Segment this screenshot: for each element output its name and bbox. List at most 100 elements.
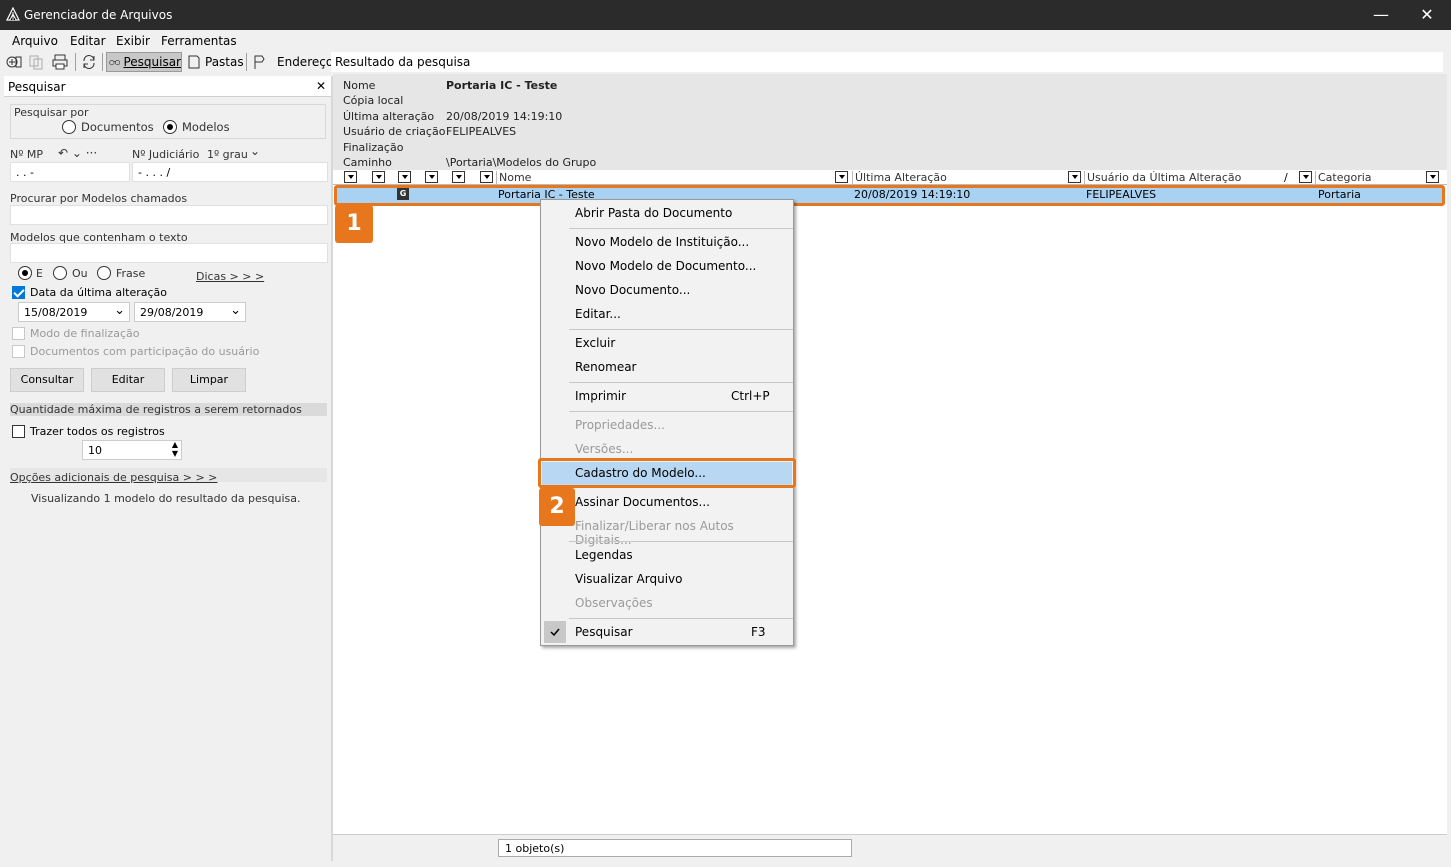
filter-dropdown-icon[interactable] [425,171,438,183]
bring-all-checkbox[interactable] [12,425,25,438]
filter-dropdown-icon[interactable] [1299,171,1312,183]
date-from-select[interactable]: 15/08/2019 ⌄ [18,302,130,322]
more-options-link[interactable]: Opções adicionais de pesquisa > > > [10,471,217,484]
filter-dropdown-icon[interactable] [398,171,411,183]
radio-ou[interactable] [53,266,67,280]
minimize-button[interactable]: — [1358,0,1404,30]
radio-models-label: Modelos [182,120,230,134]
menu-observations[interactable]: Observações [575,596,653,610]
menu-exibir[interactable]: Exibir [116,34,150,48]
info-user-key: Usuário de criação [343,125,446,138]
participation-checkbox[interactable] [12,345,25,358]
grau-select[interactable]: 1º grau [207,148,248,161]
contains-input[interactable] [10,243,328,263]
radio-frase-label: Frase [116,267,146,280]
menu-new-document[interactable]: Novo Documento... [575,283,690,297]
title-bar: Gerenciador de Arquivos — ✕ [0,0,1451,30]
judiciario-label: Nº Judiciário [132,148,200,161]
context-menu: Abrir Pasta do Documento Novo Modelo de … [540,199,794,646]
search-name-label: Procurar por Modelos chamados [10,192,188,205]
menu-open-folder[interactable]: Abrir Pasta do Documento [575,206,732,220]
radio-e[interactable] [18,266,32,280]
limit-stepper[interactable]: 10 ▲ ▼ [82,440,182,460]
panel-close-icon[interactable]: ✕ [316,79,326,93]
menu-view-file[interactable]: Visualizar Arquivo [575,572,683,586]
edit-button[interactable]: Editar [91,368,165,392]
menu-editar[interactable]: Editar [70,34,106,48]
menu-versions[interactable]: Versões... [575,442,633,456]
menu-search[interactable]: Pesquisar F3 [575,625,766,639]
filter-dropdown-icon[interactable] [372,171,385,183]
stepper-arrows-icon[interactable]: ▲ ▼ [172,440,178,458]
undo-icon[interactable]: ↶ ⌄ ··· [58,146,97,160]
highlight-menu-outline [538,458,796,488]
signpost-icon [254,55,265,69]
search-button[interactable]: Pesquisar [106,52,182,72]
info-last-key: Última alteração [343,110,435,123]
date-from-value: 15/08/2019 [24,306,88,319]
search-name-input[interactable] [10,205,328,225]
status-bar: 1 objeto(s) [333,834,1447,861]
address-field[interactable]: Resultado da pesquisa [331,52,1443,72]
menu-new-institution-model[interactable]: Novo Modelo de Instituição... [575,235,749,249]
tips-link[interactable]: Dicas > > > [196,270,264,283]
copy-icon[interactable] [28,54,44,70]
table-header: Nome Última Alteração Usuário da Última … [333,170,1447,185]
filter-dropdown-icon[interactable] [480,171,493,183]
col-last-change[interactable]: Última Alteração [852,171,1082,185]
chevron-down-icon[interactable]: ⌄ [250,144,260,158]
sort-icon[interactable]: ∕ [1284,171,1288,184]
info-last-value: 20/08/2019 14:19:10 [446,110,563,123]
filter-dropdown-icon[interactable] [835,171,848,183]
filter-dropdown-icon[interactable] [452,171,465,183]
last-change-checkbox[interactable] [12,286,25,299]
judiciario-field[interactable]: - . . . / [132,162,328,182]
folders-button[interactable]: Pastas [187,52,244,72]
clear-button[interactable]: Limpar [172,368,246,392]
search-by-label: Pesquisar por [14,106,89,119]
limit-value: 10 [88,444,102,457]
menu-rename[interactable]: Renomear [575,360,637,374]
col-category[interactable]: Categoria [1315,171,1440,185]
info-user-value: FELIPEALVES [446,125,517,138]
filter-dropdown-icon[interactable] [344,171,357,183]
close-button[interactable]: ✕ [1404,0,1450,30]
date-to-select[interactable]: 29/08/2019 ⌄ [134,302,246,322]
window-title: Gerenciador de Arquivos [24,8,173,22]
radio-e-label: E [36,267,43,280]
col-user[interactable]: Usuário da Última Alteração [1084,171,1299,185]
mp-label: Nº MP [10,148,44,161]
menu-print-shortcut: Ctrl+P [731,389,770,403]
menu-new-document-model[interactable]: Novo Modelo de Documento... [575,259,756,273]
app-icon [6,7,20,21]
panel-header: Pesquisar ✕ [4,76,331,97]
bring-all-label: Trazer todos os registros [30,425,165,438]
filter-dropdown-icon[interactable] [1426,171,1439,183]
menu-arquivo[interactable]: Arquivo [12,34,58,48]
query-button[interactable]: Consultar [10,368,84,392]
participation-label: Documentos com participação do usuário [30,345,260,358]
menu-edit[interactable]: Editar... [575,307,621,321]
mp-field[interactable]: . . - [10,162,130,182]
radio-frase[interactable] [97,266,111,280]
menu-sign-documents[interactable]: Assinar Documentos... [575,495,710,509]
menu-print[interactable]: Imprimir Ctrl+P [575,389,770,403]
folder-icon [188,55,200,69]
radio-models[interactable] [163,120,177,134]
callout-2: 2 [539,488,575,526]
refresh-icon[interactable] [81,54,97,70]
menu-properties[interactable]: Propriedades... [575,418,665,432]
col-name[interactable]: Nome [496,171,851,185]
finalization-checkbox[interactable] [12,327,25,340]
radio-documents[interactable] [62,120,76,134]
menu-ferramentas[interactable]: Ferramentas [161,34,237,48]
info-name-value: Portaria IC - Teste [446,79,558,92]
new-icon[interactable] [6,54,22,70]
filter-dropdown-icon[interactable] [1068,171,1081,183]
menu-finalize-release[interactable]: Finalizar/Liberar nos Autos Digitais... [575,519,793,547]
print-icon[interactable] [52,54,68,70]
menu-bar: Arquivo Editar Exibir Ferramentas [0,30,1451,50]
menu-delete[interactable]: Excluir [575,336,615,350]
menu-legends[interactable]: Legendas [575,548,633,562]
panel-title: Pesquisar [8,80,66,94]
